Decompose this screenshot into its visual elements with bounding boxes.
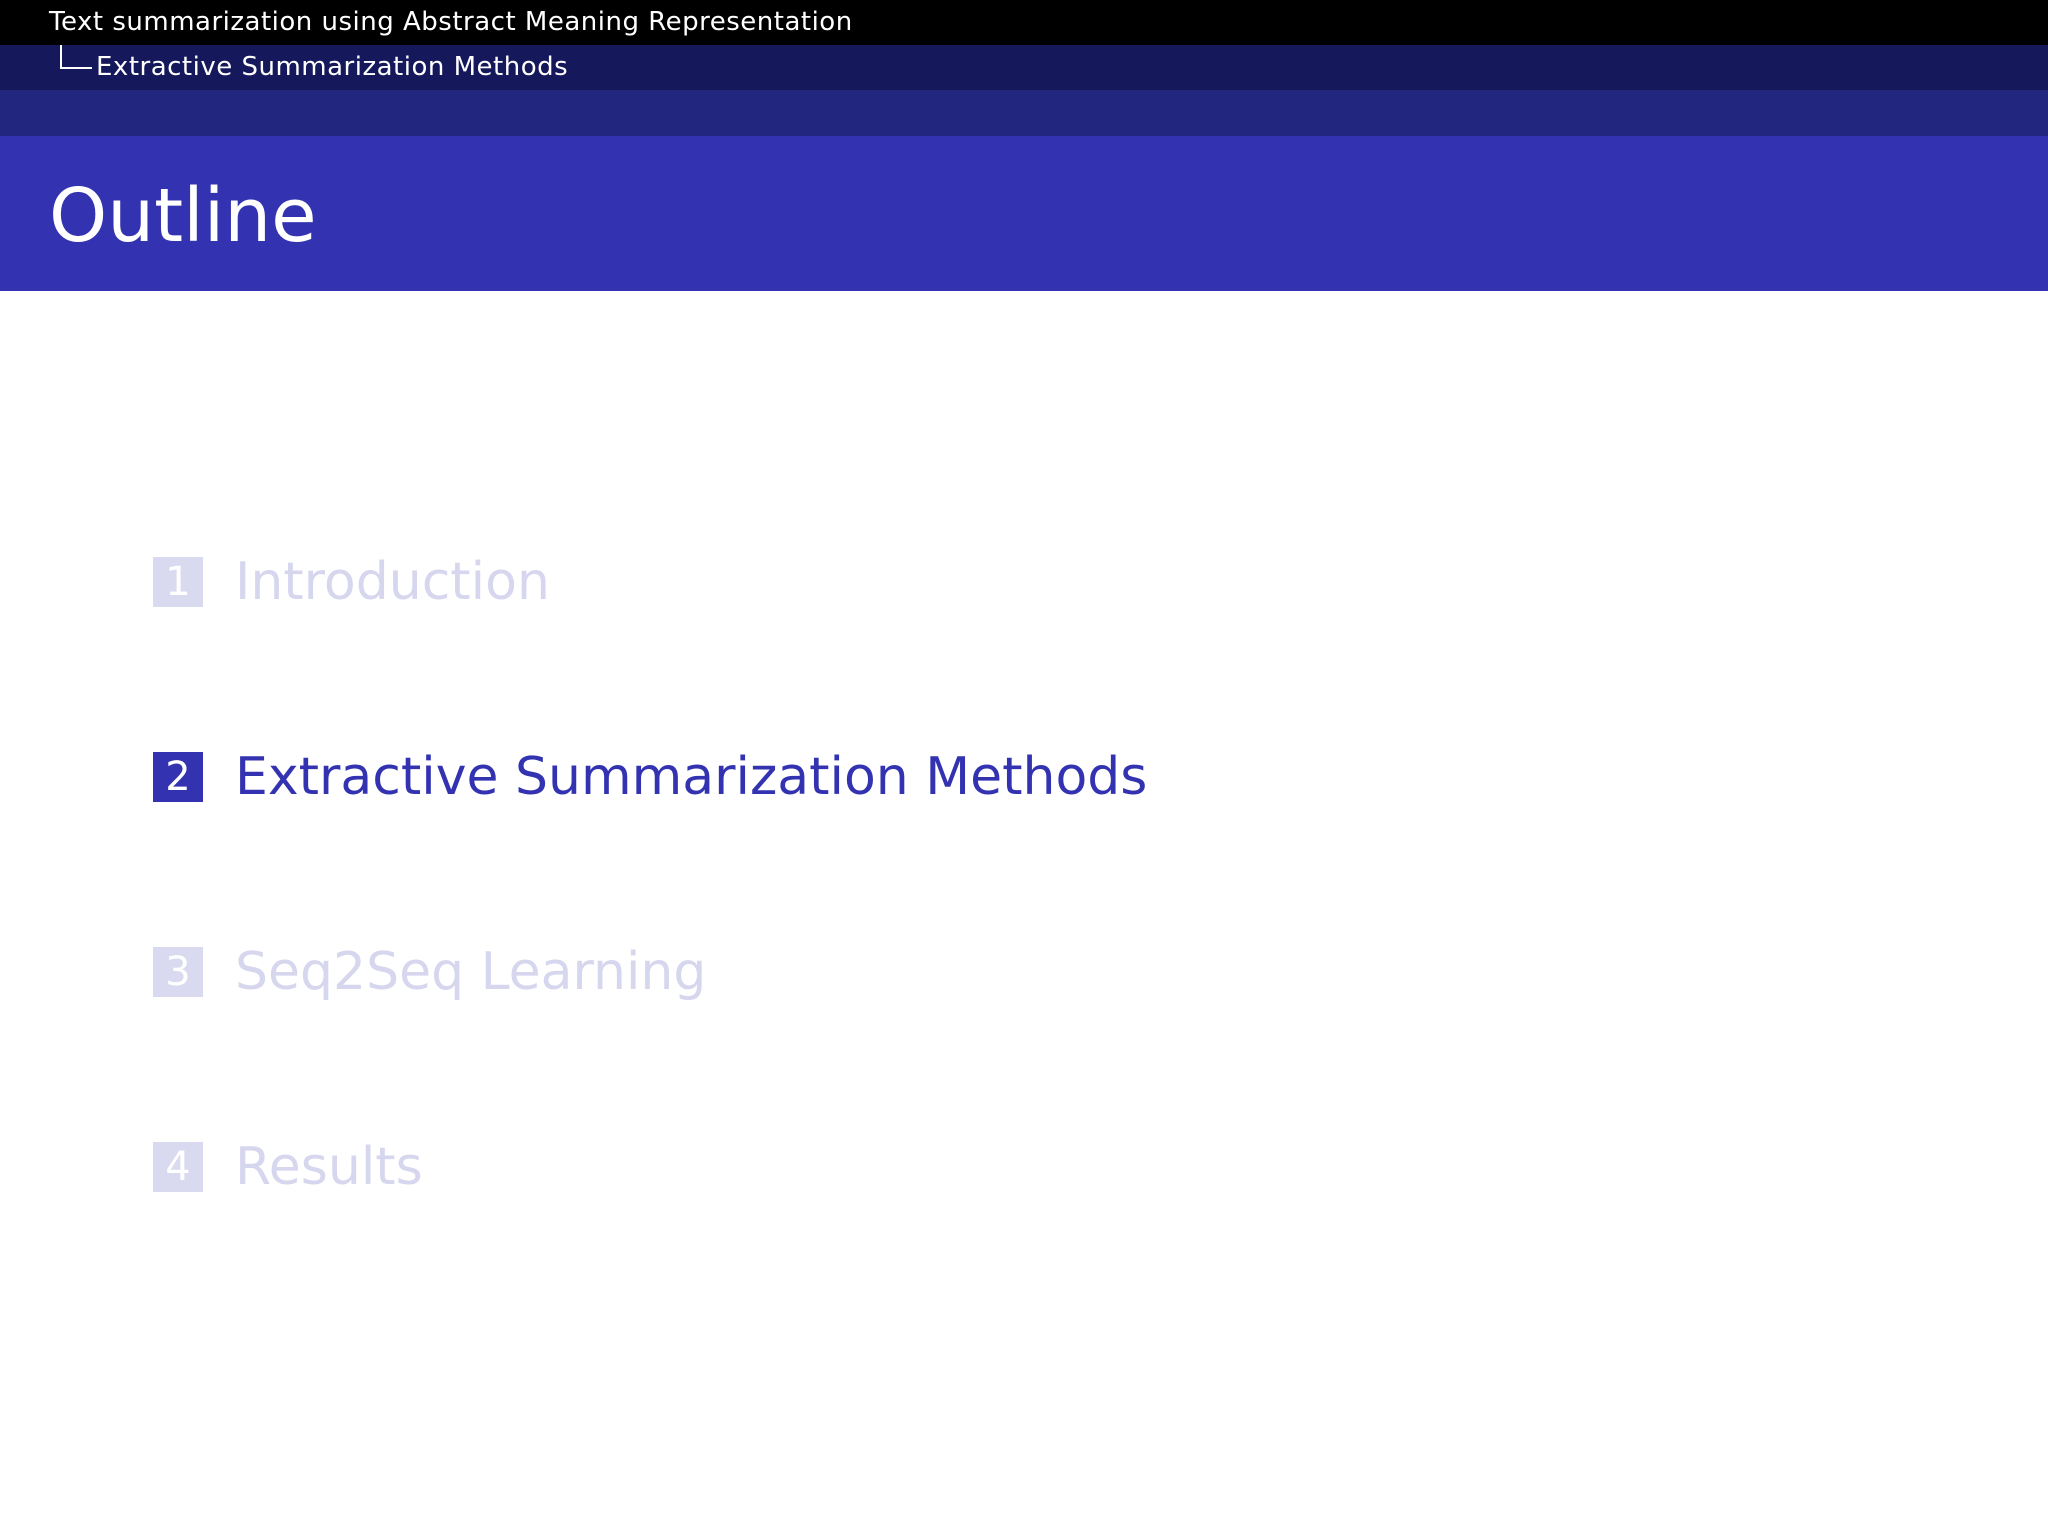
toc-item-number: 4 (153, 1142, 203, 1192)
frame-title: Outline (49, 173, 317, 259)
frame-title-bar: Outline (0, 136, 2048, 291)
toc-item-label[interactable]: Introduction (235, 552, 550, 612)
toc-item-number: 2 (153, 752, 203, 802)
subsection-bar (0, 90, 2048, 136)
presentation-title-bar: Text summarization using Abstract Meanin… (0, 0, 2048, 45)
toc-item-label[interactable]: Results (235, 1137, 423, 1197)
toc-item-number: 3 (153, 947, 203, 997)
toc-item-label[interactable]: Extractive Summarization Methods (235, 747, 1147, 807)
toc-item-number: 1 (153, 557, 203, 607)
toc-item-label[interactable]: Seq2Seq Learning (235, 942, 706, 1002)
current-section-link[interactable]: Extractive Summarization Methods (96, 50, 568, 84)
section-navigation-bar: Extractive Summarization Methods (0, 45, 2048, 90)
slide: Text summarization using Abstract Meanin… (0, 0, 2048, 1536)
presentation-title: Text summarization using Abstract Meanin… (49, 7, 853, 37)
tree-branch-icon (60, 45, 92, 69)
